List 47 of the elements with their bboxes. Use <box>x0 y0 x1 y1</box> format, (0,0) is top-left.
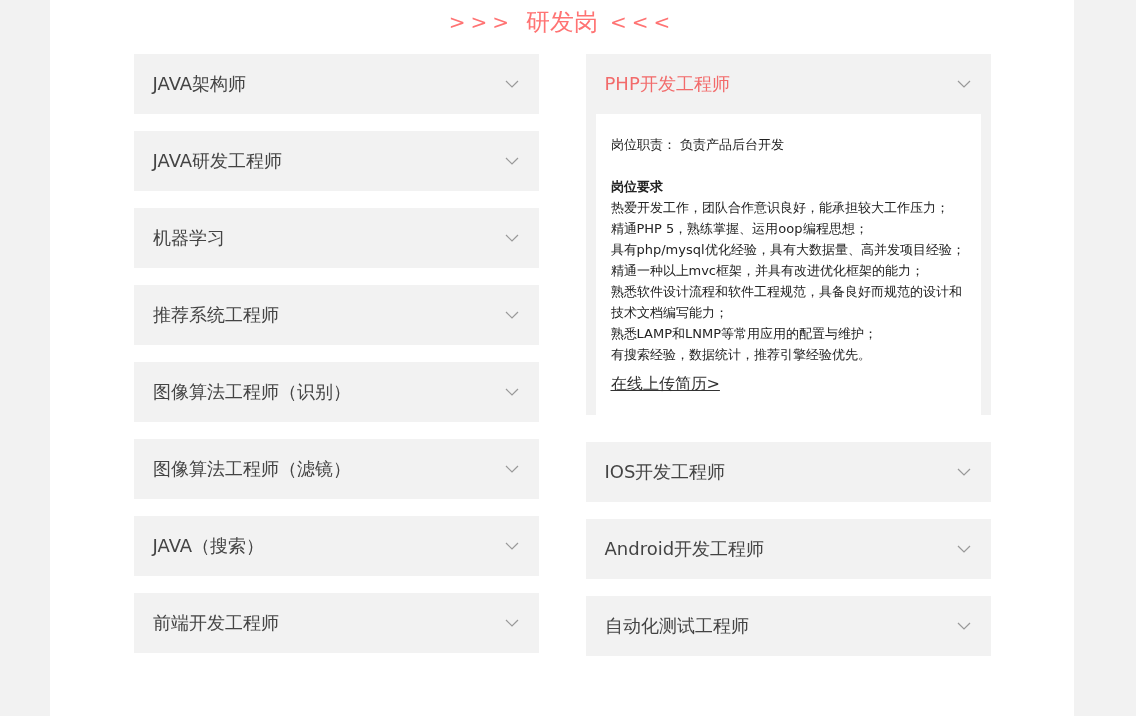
duty-text: 岗位职责： 负责产品后台开发 <box>610 136 785 154</box>
decorative-arrows: <<< <box>610 10 676 34</box>
chevron-down-icon[interactable] <box>956 468 971 476</box>
job-header[interactable]: 机器学习 <box>133 208 539 268</box>
section-title: 研发岗 <box>526 7 598 38</box>
chevron-down-icon[interactable] <box>956 622 971 630</box>
job-header[interactable]: 前端开发工程师 <box>133 593 539 653</box>
job-header[interactable]: Android开发工程师 <box>585 519 991 579</box>
chevron-down-icon[interactable] <box>956 80 971 88</box>
job-header[interactable]: 推荐系统工程师 <box>133 285 539 345</box>
job-header[interactable]: JAVA架构师 <box>133 54 539 114</box>
job-title[interactable]: 机器学习 <box>152 226 225 250</box>
requirements-heading: 岗位要求 <box>610 178 664 196</box>
chevron-down-icon[interactable] <box>504 465 519 473</box>
job-title[interactable]: Android开发工程师 <box>604 537 765 561</box>
job-title[interactable]: JAVA架构师 <box>152 72 247 96</box>
decorative-arrows: >>> <box>448 10 514 34</box>
chevron-down-icon[interactable] <box>504 542 519 550</box>
job-header[interactable]: 图像算法工程师（滤镜） <box>133 439 539 499</box>
requirement-text: 有搜索经验，数据统计，推荐引擎经验优先。 <box>610 346 872 364</box>
job-header[interactable]: JAVA研发工程师 <box>133 131 539 191</box>
job-header[interactable]: 自动化测试工程师 <box>585 596 991 656</box>
chevron-down-icon[interactable] <box>504 388 519 396</box>
chevron-down-icon[interactable] <box>504 80 519 88</box>
job-title[interactable]: 前端开发工程师 <box>152 611 279 635</box>
upload-resume-link[interactable]: 在线上传简历> <box>610 373 720 394</box>
job-header[interactable]: JAVA（搜索） <box>133 516 539 576</box>
job-title[interactable]: 图像算法工程师（识别） <box>152 380 351 404</box>
chevron-down-icon[interactable] <box>956 545 971 553</box>
requirement-text: 熟悉LAMP和LNMP等常用应用的配置与维护； <box>610 325 878 343</box>
job-title[interactable]: JAVA（搜索） <box>152 534 265 558</box>
chevron-down-icon[interactable] <box>504 311 519 319</box>
requirement-text: 熟悉软件设计流程和软件工程规范，具备良好而规范的设计和技术文档编写能力； <box>610 283 963 322</box>
job-title[interactable]: 推荐系统工程师 <box>152 303 279 327</box>
job-header[interactable]: 图像算法工程师（识别） <box>133 362 539 422</box>
job-title[interactable]: IOS开发工程师 <box>604 460 726 484</box>
requirement-text: 精通一种以上mvc框架，并具有改进优化框架的能力； <box>610 262 925 280</box>
chevron-down-icon[interactable] <box>504 234 519 242</box>
requirement-text: 具有php/mysql优化经验，具有大数据量、高并发项目经验； <box>610 241 966 259</box>
chevron-down-icon[interactable] <box>504 619 519 627</box>
job-title[interactable]: 自动化测试工程师 <box>604 614 749 638</box>
job-title[interactable]: 图像算法工程师（滤镜） <box>152 457 351 481</box>
requirement-text: 热爱开发工作，团队合作意识良好，能承担较大工作压力； <box>610 199 950 217</box>
requirement-text: 精通PHP 5，熟练掌握、运用oop编程思想； <box>610 220 869 238</box>
job-header[interactable]: IOS开发工程师 <box>585 442 991 502</box>
job-title[interactable]: JAVA研发工程师 <box>152 149 283 173</box>
chevron-down-icon[interactable] <box>504 157 519 165</box>
